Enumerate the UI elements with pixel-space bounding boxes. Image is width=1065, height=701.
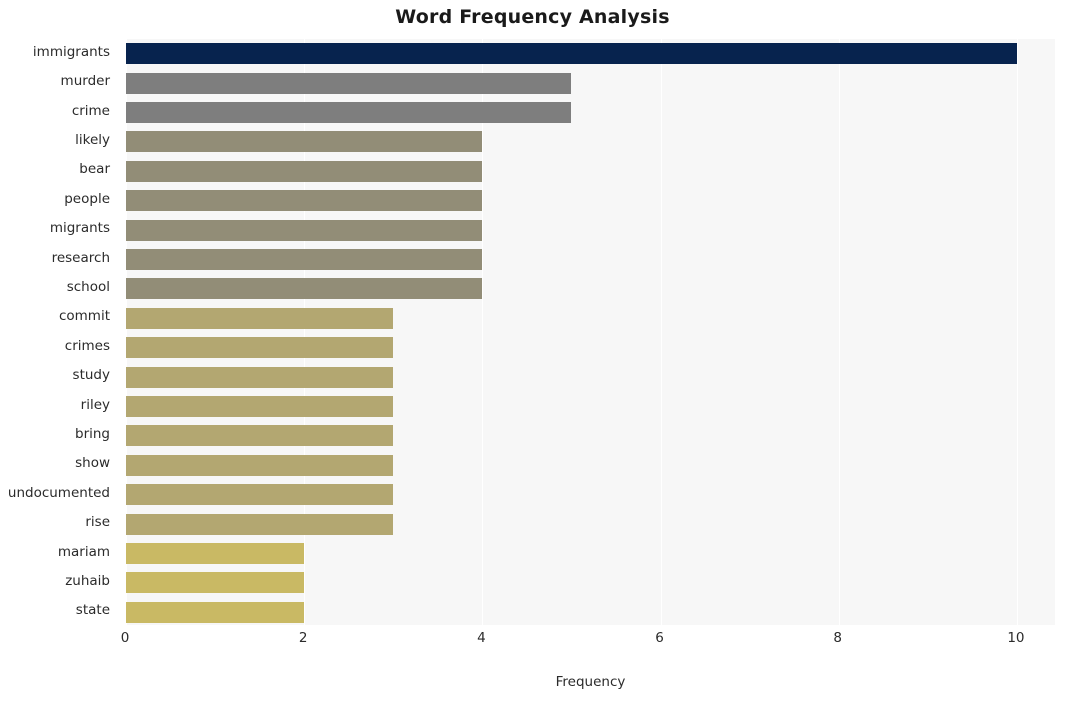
bar-row <box>126 333 1055 362</box>
bar-row <box>126 68 1055 97</box>
bar[interactable] <box>126 278 483 300</box>
bar[interactable] <box>126 248 483 271</box>
bar-row <box>126 245 1055 274</box>
bar-row <box>126 157 1055 186</box>
y-tick-label: school <box>66 278 110 295</box>
y-tick-label: mariam <box>57 543 110 560</box>
x-tick-label: 0 <box>120 630 130 646</box>
bar[interactable] <box>126 160 483 182</box>
bar[interactable] <box>126 131 483 153</box>
y-tick-label: crime <box>71 102 110 119</box>
plot-area <box>125 38 1056 626</box>
bar-row <box>126 392 1055 421</box>
bar[interactable] <box>126 454 394 476</box>
bar[interactable] <box>126 572 305 594</box>
bar[interactable] <box>126 219 483 241</box>
y-tick-label: show <box>75 455 110 472</box>
bar-row <box>126 451 1055 480</box>
bar-row <box>126 304 1055 333</box>
bar-row <box>126 215 1055 244</box>
bar[interactable] <box>126 513 394 535</box>
y-tick-label: immigrants <box>32 43 110 60</box>
bar-row <box>126 98 1055 127</box>
bar[interactable] <box>126 101 572 124</box>
y-axis-tick-labels: immigrants murder crime likely bear people mig… <box>0 38 118 626</box>
y-tick-label: riley <box>80 396 110 413</box>
bar[interactable] <box>126 484 394 506</box>
x-tick-label: 10 <box>1007 630 1025 646</box>
y-tick-label: state <box>75 602 110 619</box>
bar-row <box>126 39 1055 68</box>
bar-row <box>126 362 1055 391</box>
bar[interactable] <box>126 337 394 359</box>
y-tick-label: rise <box>85 514 110 531</box>
bar[interactable] <box>126 542 305 565</box>
y-tick-label: study <box>72 367 110 384</box>
bar[interactable] <box>126 601 305 623</box>
bar-row <box>126 274 1055 303</box>
y-tick-label: bring <box>75 425 110 442</box>
x-tick-label: 8 <box>833 630 843 646</box>
y-tick-label: migrants <box>49 220 110 237</box>
y-tick-label: bear <box>79 161 110 178</box>
bar-row <box>126 539 1055 568</box>
chart-title: Word Frequency Analysis <box>395 6 670 28</box>
bar-row <box>126 598 1055 625</box>
bar[interactable] <box>126 366 394 388</box>
bar-row <box>126 186 1055 215</box>
y-tick-label: murder <box>60 73 110 90</box>
bar[interactable] <box>126 425 394 447</box>
bar-row <box>126 480 1055 509</box>
bar[interactable] <box>126 190 483 212</box>
y-tick-label: crimes <box>64 337 110 354</box>
bar[interactable] <box>126 307 394 329</box>
x-tick-label: 2 <box>298 630 308 646</box>
bar-row <box>126 509 1055 538</box>
bar-row <box>126 127 1055 156</box>
bar[interactable] <box>126 72 572 94</box>
word-frequency-chart: Word Frequency Analysis immigrants murder… <box>0 0 1065 701</box>
x-tick-label: 6 <box>655 630 664 646</box>
bar-row <box>126 421 1055 450</box>
x-tick-label: 4 <box>477 630 486 646</box>
y-tick-label: commit <box>58 308 110 325</box>
bar[interactable] <box>126 395 394 418</box>
bar[interactable] <box>126 43 1017 65</box>
bar-row <box>126 568 1055 597</box>
y-tick-label: people <box>64 190 110 207</box>
y-tick-label: undocumented <box>7 484 110 501</box>
y-tick-label: zuhaib <box>65 572 110 589</box>
y-tick-label: likely <box>75 131 110 148</box>
x-axis-title: Frequency <box>555 674 626 690</box>
y-tick-label: research <box>51 249 110 266</box>
